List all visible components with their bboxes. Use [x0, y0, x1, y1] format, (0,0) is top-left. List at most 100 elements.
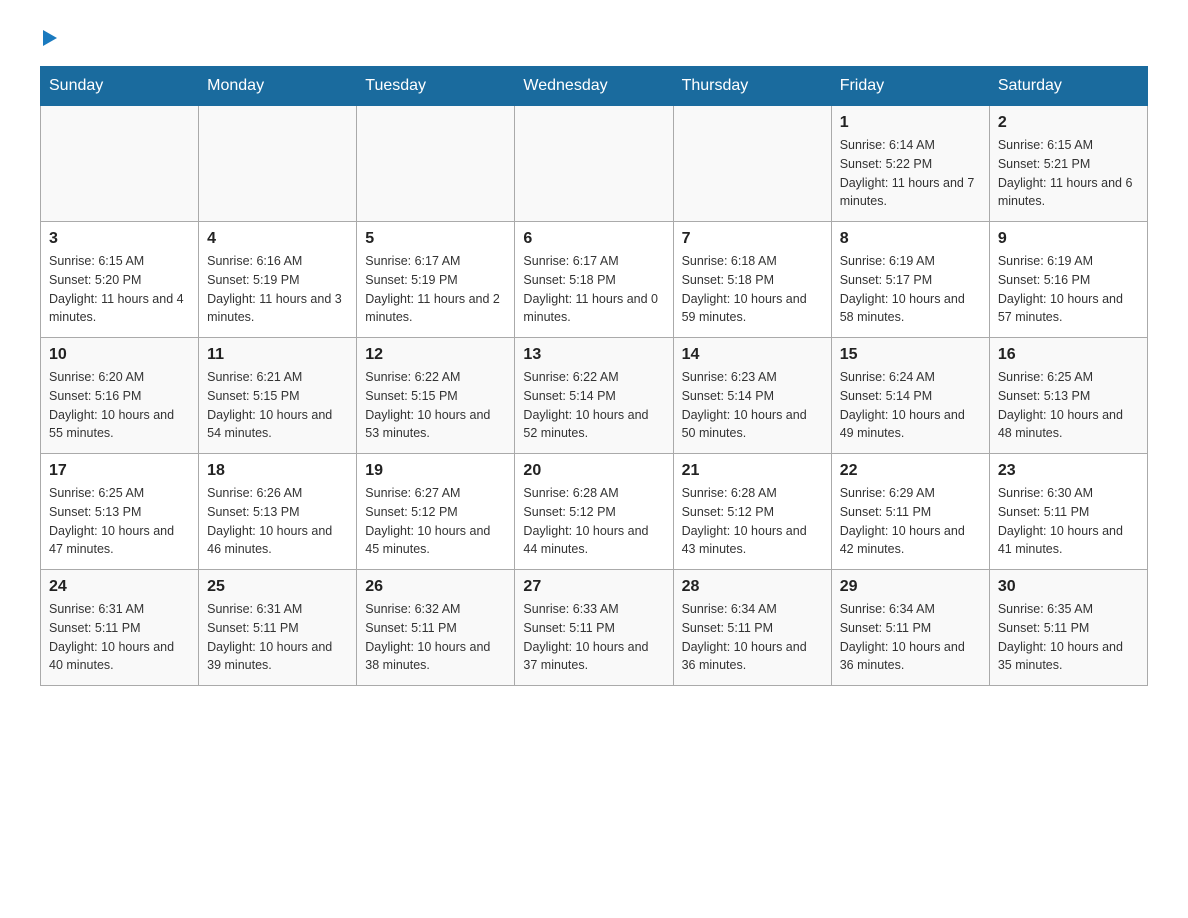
calendar-cell: 13 Sunrise: 6:22 AMSunset: 5:14 PMDayligh…: [515, 338, 673, 454]
day-number: 25: [207, 578, 348, 596]
calendar-cell: 10 Sunrise: 6:20 AMSunset: 5:16 PMDayligh…: [41, 338, 199, 454]
day-number: 1: [840, 114, 981, 132]
weekday-header-saturday: Saturday: [989, 67, 1147, 106]
day-info: Sunrise: 6:34 AMSunset: 5:11 PMDaylight:…: [840, 600, 981, 675]
day-info: Sunrise: 6:15 AMSunset: 5:21 PMDaylight:…: [998, 136, 1139, 211]
day-number: 9: [998, 230, 1139, 248]
calendar-cell: [515, 106, 673, 222]
calendar-cell: 1 Sunrise: 6:14 AMSunset: 5:22 PMDaylight…: [831, 106, 989, 222]
day-number: 11: [207, 346, 348, 364]
logo: [40, 30, 57, 46]
day-number: 16: [998, 346, 1139, 364]
calendar-cell: 6Sunrise: 6:17 AMSunset: 5:18 PMDaylight…: [515, 222, 673, 338]
day-number: 18: [207, 462, 348, 480]
day-number: 22: [840, 462, 981, 480]
day-number: 2: [998, 114, 1139, 132]
calendar-cell: [199, 106, 357, 222]
calendar-cell: 12 Sunrise: 6:22 AMSunset: 5:15 PMDayligh…: [357, 338, 515, 454]
day-number: 13: [523, 346, 664, 364]
logo-flag-icon: [43, 30, 57, 46]
day-number: 19: [365, 462, 506, 480]
day-number: 7: [682, 230, 823, 248]
calendar-cell: 17Sunrise: 6:25 AMSunset: 5:13 PMDayligh…: [41, 454, 199, 570]
day-info: Sunrise: 6:32 AMSunset: 5:11 PMDaylight:…: [365, 600, 506, 675]
day-number: 10: [49, 346, 190, 364]
day-info: Sunrise: 6:25 AMSunset: 5:13 PMDaylight:…: [998, 368, 1139, 443]
day-info: Sunrise: 6:26 AMSunset: 5:13 PMDaylight:…: [207, 484, 348, 559]
week-row-2: 10 Sunrise: 6:20 AMSunset: 5:16 PMDayligh…: [41, 338, 1148, 454]
calendar-cell: [673, 106, 831, 222]
day-info: Sunrise: 6:30 AMSunset: 5:11 PMDaylight:…: [998, 484, 1139, 559]
week-row-1: 3 Sunrise: 6:15 AMSunset: 5:20 PMDaylight…: [41, 222, 1148, 338]
calendar-cell: 29 Sunrise: 6:34 AMSunset: 5:11 PMDayligh…: [831, 570, 989, 686]
calendar-cell: 9 Sunrise: 6:19 AMSunset: 5:16 PMDaylight…: [989, 222, 1147, 338]
calendar-cell: 16 Sunrise: 6:25 AMSunset: 5:13 PMDayligh…: [989, 338, 1147, 454]
day-info: Sunrise: 6:35 AMSunset: 5:11 PMDaylight:…: [998, 600, 1139, 675]
week-row-4: 24 Sunrise: 6:31 AMSunset: 5:11 PMDayligh…: [41, 570, 1148, 686]
day-number: 24: [49, 578, 190, 596]
day-info: Sunrise: 6:21 AMSunset: 5:15 PMDaylight:…: [207, 368, 348, 443]
day-info: Sunrise: 6:31 AMSunset: 5:11 PMDaylight:…: [207, 600, 348, 675]
calendar-cell: 11 Sunrise: 6:21 AMSunset: 5:15 PMDayligh…: [199, 338, 357, 454]
day-number: 15: [840, 346, 981, 364]
calendar-cell: 23 Sunrise: 6:30 AMSunset: 5:11 PMDayligh…: [989, 454, 1147, 570]
day-number: 4: [207, 230, 348, 248]
calendar-cell: [41, 106, 199, 222]
day-info: Sunrise: 6:19 AMSunset: 5:17 PMDaylight:…: [840, 252, 981, 327]
calendar-cell: 19 Sunrise: 6:27 AMSunset: 5:12 PMDayligh…: [357, 454, 515, 570]
day-info: Sunrise: 6:25 AMSunset: 5:13 PMDaylight:…: [49, 484, 190, 559]
day-number: 5: [365, 230, 506, 248]
weekday-header-tuesday: Tuesday: [357, 67, 515, 106]
weekday-header-thursday: Thursday: [673, 67, 831, 106]
day-number: 23: [998, 462, 1139, 480]
day-info: Sunrise: 6:33 AMSunset: 5:11 PMDaylight:…: [523, 600, 664, 675]
day-number: 21: [682, 462, 823, 480]
calendar-cell: 22 Sunrise: 6:29 AMSunset: 5:11 PMDayligh…: [831, 454, 989, 570]
day-number: 29: [840, 578, 981, 596]
calendar-table: SundayMondayTuesdayWednesdayThursdayFrid…: [40, 66, 1148, 686]
weekday-header-monday: Monday: [199, 67, 357, 106]
calendar-cell: 4 Sunrise: 6:16 AMSunset: 5:19 PMDaylight…: [199, 222, 357, 338]
calendar-cell: 15 Sunrise: 6:24 AMSunset: 5:14 PMDayligh…: [831, 338, 989, 454]
day-number: 6: [523, 230, 664, 248]
day-info: Sunrise: 6:29 AMSunset: 5:11 PMDaylight:…: [840, 484, 981, 559]
day-info: Sunrise: 6:19 AMSunset: 5:16 PMDaylight:…: [998, 252, 1139, 327]
calendar-cell: 18 Sunrise: 6:26 AMSunset: 5:13 PMDayligh…: [199, 454, 357, 570]
day-info: Sunrise: 6:16 AMSunset: 5:19 PMDaylight:…: [207, 252, 348, 327]
weekday-header-row: SundayMondayTuesdayWednesdayThursdayFrid…: [41, 67, 1148, 106]
calendar-cell: 24 Sunrise: 6:31 AMSunset: 5:11 PMDayligh…: [41, 570, 199, 686]
day-info: Sunrise: 6:17 AMSunset: 5:19 PMDaylight:…: [365, 252, 506, 327]
day-info: Sunrise: 6:15 AMSunset: 5:20 PMDaylight:…: [49, 252, 190, 327]
weekday-header-wednesday: Wednesday: [515, 67, 673, 106]
week-row-0: 1 Sunrise: 6:14 AMSunset: 5:22 PMDaylight…: [41, 106, 1148, 222]
day-info: Sunrise: 6:20 AMSunset: 5:16 PMDaylight:…: [49, 368, 190, 443]
calendar-cell: 7 Sunrise: 6:18 AMSunset: 5:18 PMDaylight…: [673, 222, 831, 338]
calendar-cell: 21 Sunrise: 6:28 AMSunset: 5:12 PMDayligh…: [673, 454, 831, 570]
day-info: Sunrise: 6:28 AMSunset: 5:12 PMDaylight:…: [523, 484, 664, 559]
day-number: 8: [840, 230, 981, 248]
day-info: Sunrise: 6:31 AMSunset: 5:11 PMDaylight:…: [49, 600, 190, 675]
day-info: Sunrise: 6:24 AMSunset: 5:14 PMDaylight:…: [840, 368, 981, 443]
day-number: 12: [365, 346, 506, 364]
day-info: Sunrise: 6:27 AMSunset: 5:12 PMDaylight:…: [365, 484, 506, 559]
weekday-header-friday: Friday: [831, 67, 989, 106]
day-info: Sunrise: 6:28 AMSunset: 5:12 PMDaylight:…: [682, 484, 823, 559]
calendar-cell: 8 Sunrise: 6:19 AMSunset: 5:17 PMDaylight…: [831, 222, 989, 338]
day-info: Sunrise: 6:14 AMSunset: 5:22 PMDaylight:…: [840, 136, 981, 211]
calendar-cell: 14 Sunrise: 6:23 AMSunset: 5:14 PMDayligh…: [673, 338, 831, 454]
day-number: 26: [365, 578, 506, 596]
day-number: 27: [523, 578, 664, 596]
calendar-cell: 26 Sunrise: 6:32 AMSunset: 5:11 PMDayligh…: [357, 570, 515, 686]
day-info: Sunrise: 6:18 AMSunset: 5:18 PMDaylight:…: [682, 252, 823, 327]
day-number: 30: [998, 578, 1139, 596]
calendar-cell: 27 Sunrise: 6:33 AMSunset: 5:11 PMDayligh…: [515, 570, 673, 686]
header: [40, 30, 1148, 46]
weekday-header-sunday: Sunday: [41, 67, 199, 106]
calendar-cell: 3 Sunrise: 6:15 AMSunset: 5:20 PMDaylight…: [41, 222, 199, 338]
day-number: 3: [49, 230, 190, 248]
day-info: Sunrise: 6:22 AMSunset: 5:15 PMDaylight:…: [365, 368, 506, 443]
day-info: Sunrise: 6:23 AMSunset: 5:14 PMDaylight:…: [682, 368, 823, 443]
day-number: 20: [523, 462, 664, 480]
day-info: Sunrise: 6:22 AMSunset: 5:14 PMDaylight:…: [523, 368, 664, 443]
day-number: 14: [682, 346, 823, 364]
